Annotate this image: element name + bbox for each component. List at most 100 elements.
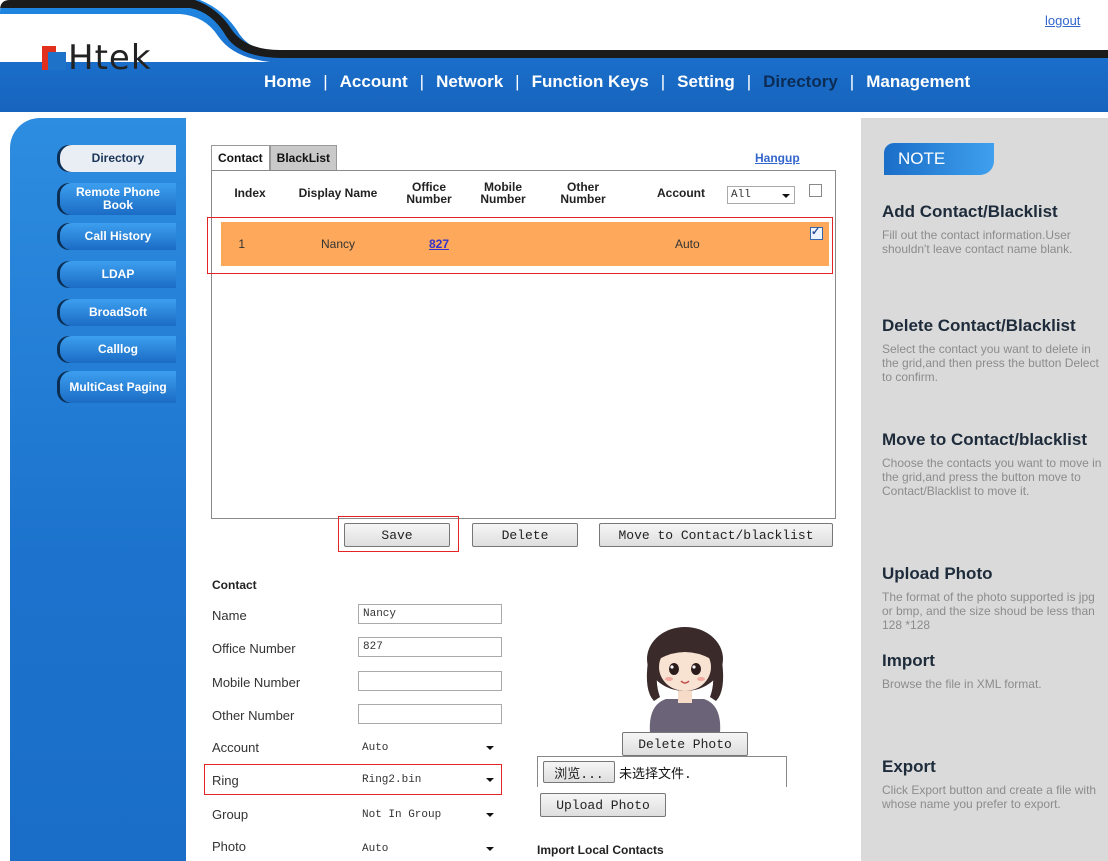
note-text: Fill out the contact information.User sh… — [882, 228, 1073, 256]
logout-link[interactable]: logout — [1045, 13, 1080, 28]
account-select[interactable]: Auto — [358, 738, 498, 757]
nav-separator: | — [515, 72, 520, 91]
note-text: Browse the file in XML format. — [882, 677, 1042, 691]
photo-select-value: Auto — [362, 842, 389, 855]
col-index: Index — [234, 186, 266, 200]
group-select[interactable]: Not In Group — [358, 805, 498, 824]
move-to-contact-blacklist-button[interactable]: Move to Contact/blacklist — [599, 523, 833, 547]
select-all-checkbox[interactable] — [809, 184, 822, 197]
delete-photo-button[interactable]: Delete Photo — [622, 732, 748, 756]
other-number-field[interactable] — [358, 704, 502, 724]
note-title: Upload Photo — [882, 564, 993, 583]
save-button[interactable]: Save — [344, 523, 450, 547]
contact-photo — [614, 621, 756, 733]
note-upload-photo: Upload Photo The format of the photo sup… — [882, 564, 1106, 632]
office-number-label: Office Number — [212, 641, 296, 656]
nav-separator: | — [849, 72, 855, 91]
logo-mark-icon — [42, 46, 66, 70]
name-label: Name — [212, 608, 247, 623]
account-filter-select[interactable]: All — [727, 186, 795, 204]
delete-button[interactable]: Delete — [472, 523, 578, 547]
ring-select-value: Ring2.bin — [362, 773, 422, 786]
chevron-down-icon — [486, 847, 494, 851]
contact-section-title: Contact — [212, 578, 257, 592]
import-local-contacts-label: Import Local Contacts — [537, 843, 664, 857]
row-checkbox[interactable] — [810, 225, 823, 240]
nav-network[interactable]: Network — [434, 72, 505, 92]
chevron-down-icon — [486, 778, 494, 782]
table-row[interactable]: 1 Nancy 827 Auto — [221, 222, 829, 266]
nav-separator: | — [419, 72, 425, 91]
note-add-contact: Add Contact/Blacklist Fill out the conta… — [882, 202, 1106, 256]
group-select-value: Not In Group — [362, 808, 442, 821]
tab-contact[interactable]: Contact — [211, 145, 270, 170]
note-text: The format of the photo supported is jpg… — [882, 590, 1095, 632]
office-number-field[interactable]: 827 — [358, 637, 502, 657]
cell-index: 1 — [238, 237, 245, 251]
tab-bar: Contact BlackList — [211, 145, 338, 170]
nav-home[interactable]: Home — [262, 72, 313, 92]
note-import: Import Browse the file in XML format. — [882, 651, 1106, 691]
chevron-down-icon — [486, 813, 494, 817]
mobile-number-label: Mobile Number — [212, 675, 301, 690]
page-header: logout Htek Home | Account | Network | F… — [0, 0, 1108, 112]
nav-function-keys[interactable]: Function Keys — [530, 72, 651, 92]
sidebar: Directory Remote Phone Book Call History… — [10, 118, 186, 861]
chevron-down-icon — [782, 194, 790, 198]
main-nav: Home | Account | Network | Function Keys… — [262, 60, 972, 104]
col-mobile-number: Mobile Number — [480, 180, 526, 206]
htek-logo: Htek — [42, 38, 152, 78]
note-title: Add Contact/Blacklist — [882, 202, 1058, 221]
note-title: Import — [882, 651, 935, 670]
account-label: Account — [212, 740, 259, 755]
cell-account: Auto — [675, 237, 700, 251]
note-text: Select the contact you want to delete in… — [882, 342, 1099, 384]
chevron-down-icon — [486, 746, 494, 750]
note-title: Move to Contact/blacklist — [882, 430, 1087, 449]
sidebar-item-broadsoft[interactable]: BroadSoft — [60, 299, 176, 326]
nav-separator: | — [323, 72, 328, 91]
note-move-contact: Move to Contact/blacklist Choose the con… — [882, 430, 1106, 498]
note-text: Choose the contacts you want to move in … — [882, 456, 1102, 498]
note-badge: NOTE — [884, 143, 994, 175]
sidebar-item-remote-phone-book[interactable]: Remote Phone Book — [60, 183, 176, 215]
note-panel: NOTE Add Contact/Blacklist Fill out the … — [861, 118, 1108, 861]
photo-label: Photo — [212, 839, 246, 854]
group-label: Group — [212, 807, 249, 822]
nav-separator: | — [746, 72, 752, 91]
nav-setting[interactable]: Setting — [675, 72, 737, 92]
sidebar-item-calllog[interactable]: Calllog — [60, 336, 176, 363]
col-display-name: Display Name — [298, 186, 378, 200]
upload-photo-button[interactable]: Upload Photo — [540, 793, 666, 817]
account-filter-value: All — [731, 189, 751, 201]
avatar-illustration-icon — [646, 627, 724, 733]
account-select-value: Auto — [362, 741, 389, 754]
other-number-label: Other Number — [212, 708, 295, 723]
mobile-number-field[interactable] — [358, 671, 502, 691]
nav-account[interactable]: Account — [338, 72, 410, 92]
main-content: Contact BlackList Hangup Index Display N… — [188, 118, 858, 861]
col-office-number: Office Number — [406, 180, 452, 206]
nav-management[interactable]: Management — [864, 72, 972, 92]
ring-select[interactable]: Ring2.bin — [358, 770, 498, 789]
nav-directory[interactable]: Directory — [761, 72, 840, 92]
browse-button[interactable]: 浏览... — [543, 761, 615, 783]
hangup-link[interactable]: Hangup — [755, 151, 800, 165]
sidebar-item-ldap[interactable]: LDAP — [60, 261, 176, 288]
tab-blacklist[interactable]: BlackList — [269, 145, 338, 170]
note-export: Export Click Export button and create a … — [882, 757, 1106, 811]
sidebar-item-multicast-paging[interactable]: MultiCast Paging — [60, 371, 176, 403]
photo-select[interactable]: Auto — [358, 839, 498, 858]
col-account: Account — [657, 186, 705, 200]
cell-office-number-link[interactable]: 827 — [429, 237, 449, 251]
cell-display-name: Nancy — [321, 237, 356, 251]
note-title: Delete Contact/Blacklist — [882, 316, 1076, 335]
note-delete-contact: Delete Contact/Blacklist Select the cont… — [882, 316, 1106, 384]
col-other-number: Other Number — [560, 180, 606, 206]
note-text: Click Export button and create a file wi… — [882, 783, 1097, 811]
sidebar-item-directory[interactable]: Directory — [60, 145, 176, 172]
name-field[interactable]: Nancy — [358, 604, 502, 624]
logo-text: Htek — [68, 38, 152, 78]
note-title: Export — [882, 757, 936, 776]
sidebar-item-call-history[interactable]: Call History — [60, 223, 176, 250]
